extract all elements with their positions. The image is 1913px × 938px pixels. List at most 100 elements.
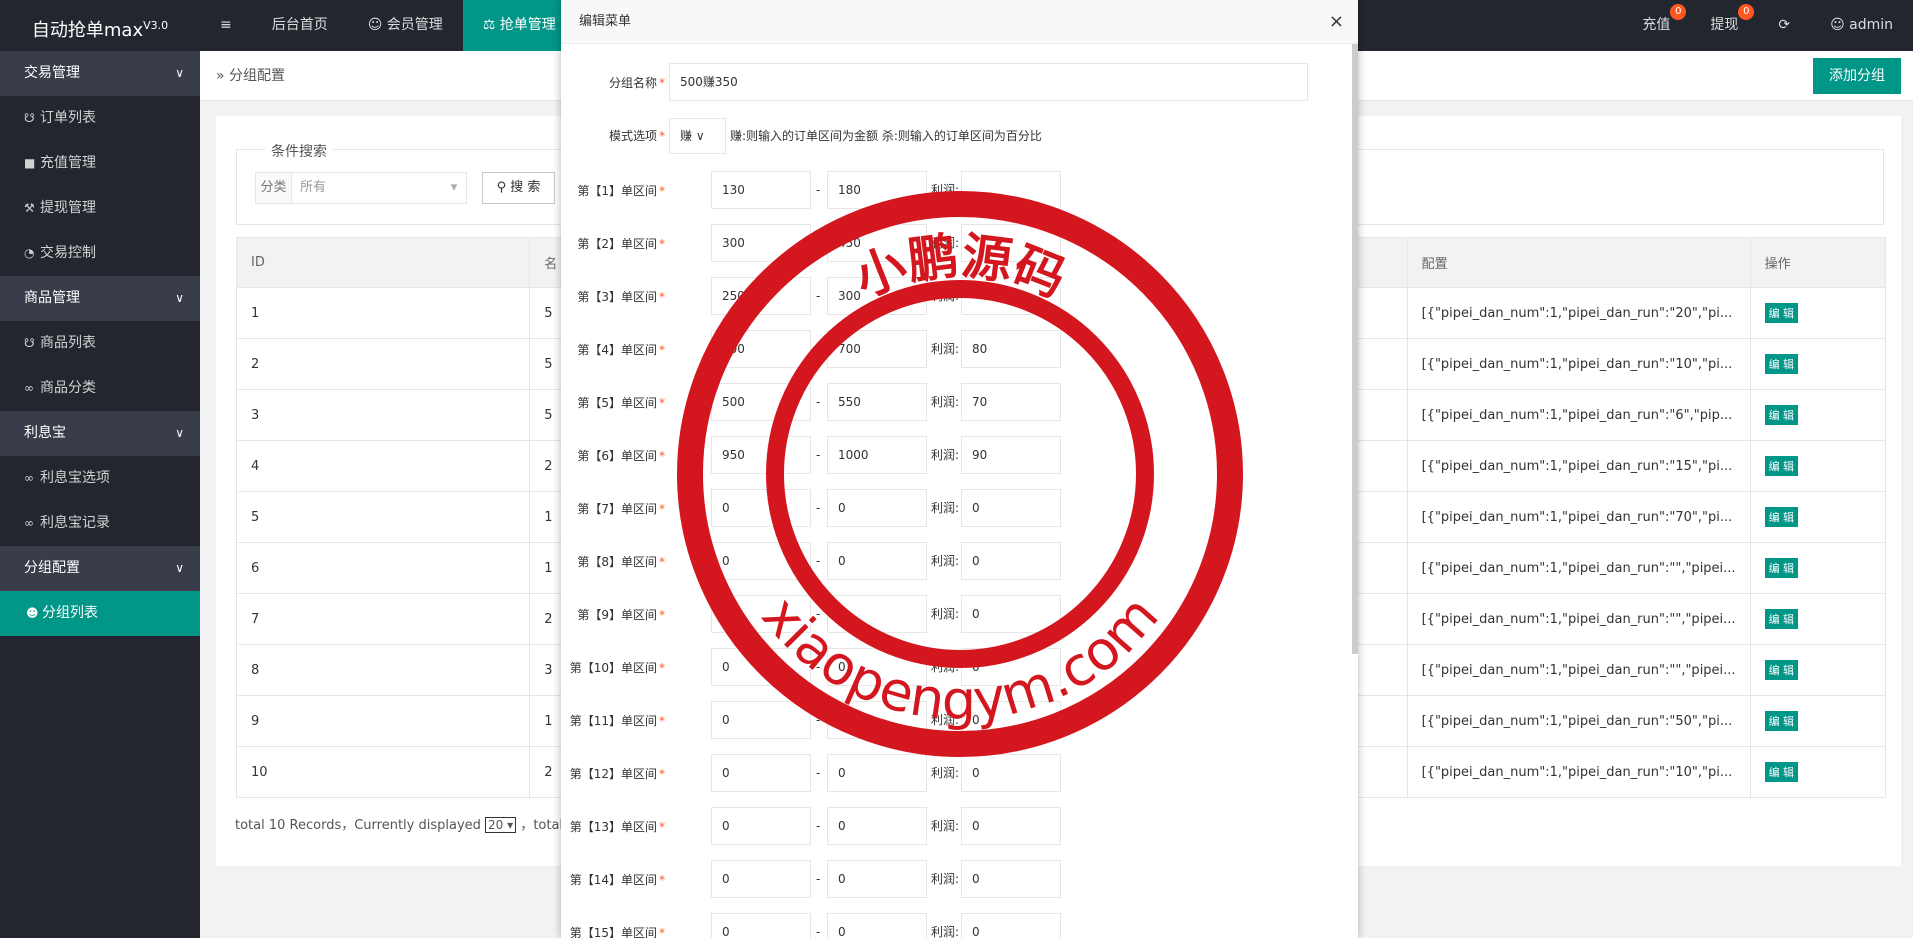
range-from-input[interactable]: 600 bbox=[711, 330, 811, 368]
edit-button[interactable]: 编 辑 bbox=[1764, 456, 1799, 476]
profit-input[interactable]: 0 bbox=[961, 542, 1061, 580]
range-from-input[interactable]: 0 bbox=[711, 595, 811, 633]
range-dash: - bbox=[816, 872, 821, 886]
profit-input[interactable]: 0 bbox=[961, 595, 1061, 633]
range-to-input[interactable]: 0 bbox=[827, 648, 927, 686]
range-to-input[interactable]: 1000 bbox=[827, 436, 927, 474]
range-to-input[interactable]: 0 bbox=[827, 913, 927, 938]
column-header[interactable]: 配置 bbox=[1406, 237, 1751, 288]
search-button[interactable]: ⚲ 搜 索 bbox=[482, 172, 555, 204]
sidebar-group-trade[interactable]: 交易管理 ∨ bbox=[0, 51, 200, 96]
profit-input[interactable]: 0 bbox=[961, 754, 1061, 792]
range-from-input[interactable]: 0 bbox=[711, 701, 811, 739]
edit-button[interactable]: 编 辑 bbox=[1764, 558, 1799, 578]
menu-toggle-icon[interactable]: ≡ bbox=[200, 0, 252, 51]
range-to-input[interactable]: 0 bbox=[827, 807, 927, 845]
profit-input[interactable] bbox=[961, 171, 1061, 209]
range-to-input[interactable]: 180 bbox=[827, 171, 927, 209]
range-to-input[interactable]: 550 bbox=[827, 383, 927, 421]
range-to-input[interactable]: 0 bbox=[827, 595, 927, 633]
sidebar-item-trade-control[interactable]: ◔ 交易控制 bbox=[0, 231, 200, 276]
range-from-input[interactable]: 250 bbox=[711, 277, 811, 315]
sidebar-group-groups[interactable]: 分组配置 ∨ bbox=[0, 546, 200, 591]
range-from-input[interactable]: 500 bbox=[711, 383, 811, 421]
profit-input[interactable]: 0 bbox=[961, 701, 1061, 739]
profit-input[interactable] bbox=[961, 224, 1061, 262]
nav-dashboard[interactable]: 后台首页 bbox=[252, 0, 348, 51]
edit-button[interactable]: 编 辑 bbox=[1764, 762, 1799, 782]
range-to-input[interactable]: 0 bbox=[827, 542, 927, 580]
sidebar-item-interest-options[interactable]: ∞ 利息宝选项 bbox=[0, 456, 200, 501]
recharge-link[interactable]: 充值 0 bbox=[1622, 0, 1690, 51]
sidebar-group-interest[interactable]: 利息宝 ∨ bbox=[0, 411, 200, 456]
hammer-icon: ⚒ bbox=[24, 201, 35, 215]
sidebar-item-withdraw[interactable]: ⚒ 提现管理 bbox=[0, 186, 200, 231]
sidebar-item-interest-records[interactable]: ∞ 利息宝记录 bbox=[0, 501, 200, 546]
modal-scrollbar[interactable] bbox=[1352, 44, 1358, 654]
edit-button[interactable]: 编 辑 bbox=[1764, 711, 1799, 731]
range-to-input[interactable]: 0 bbox=[827, 754, 927, 792]
refresh-icon[interactable]: ⟳ bbox=[1758, 0, 1810, 51]
range-from-input[interactable]: 0 bbox=[711, 648, 811, 686]
sidebar-item-goods-category[interactable]: ∞ 商品分类 bbox=[0, 366, 200, 411]
withdraw-link[interactable]: 提现 0 bbox=[1690, 0, 1758, 51]
edit-button[interactable]: 编 辑 bbox=[1764, 405, 1799, 425]
cell-action: 编 辑 bbox=[1749, 389, 1887, 441]
category-value: 所有 bbox=[300, 180, 327, 195]
edit-button[interactable]: 编 辑 bbox=[1764, 660, 1799, 680]
range-to-input[interactable]: 0 bbox=[827, 860, 927, 898]
sidebar-item-orders[interactable]: ☋ 订单列表 bbox=[0, 96, 200, 141]
range-from-input[interactable]: 0 bbox=[711, 754, 811, 792]
range-to-input[interactable]: 700 bbox=[827, 330, 927, 368]
edit-button[interactable]: 编 辑 bbox=[1764, 507, 1799, 527]
required-mark: * bbox=[659, 237, 665, 251]
range-from-input[interactable]: 300 bbox=[711, 224, 811, 262]
nav-members[interactable]: ☺ 会员管理 bbox=[348, 0, 463, 51]
range-from-input[interactable]: 0 bbox=[711, 913, 811, 938]
range-to-input[interactable]: 300 bbox=[827, 277, 927, 315]
profit-input[interactable]: 0 bbox=[961, 913, 1061, 938]
range-from-input[interactable]: 130 bbox=[711, 171, 811, 209]
sidebar-item-group-list[interactable]: ☻ 分组列表 bbox=[0, 591, 200, 636]
group-name-input[interactable]: 500赚350 bbox=[669, 63, 1308, 101]
sidebar-group-goods[interactable]: 商品管理 ∨ bbox=[0, 276, 200, 321]
profit-input[interactable] bbox=[961, 277, 1061, 315]
nav-orders-label: 抢单管理 bbox=[499, 17, 556, 33]
range-label: 第【15】单区间 * bbox=[570, 913, 665, 938]
profit-input[interactable]: 90 bbox=[961, 436, 1061, 474]
close-icon[interactable]: × bbox=[1329, 0, 1344, 44]
scale-icon: ⚖ bbox=[482, 17, 500, 33]
add-group-button[interactable]: 添加分组 bbox=[1813, 58, 1901, 94]
profit-input[interactable]: 0 bbox=[961, 807, 1061, 845]
range-from-input[interactable]: 950 bbox=[711, 436, 811, 474]
profit-label: 利润: bbox=[930, 289, 959, 303]
range-from-input[interactable]: 0 bbox=[711, 489, 811, 527]
range-from-input[interactable]: 0 bbox=[711, 807, 811, 845]
sidebar-item-goods-list[interactable]: ☋ 商品列表 bbox=[0, 321, 200, 366]
profit-input[interactable]: 0 bbox=[961, 860, 1061, 898]
edit-button[interactable]: 编 辑 bbox=[1764, 354, 1799, 374]
profit-input[interactable]: 80 bbox=[961, 330, 1061, 368]
nav-orders[interactable]: ⚖ 抢单管理 bbox=[462, 0, 576, 51]
range-to-input[interactable]: 450 bbox=[827, 224, 927, 262]
mode-select[interactable]: 赚 ∨ bbox=[669, 118, 726, 154]
sidebar-item-recharge[interactable]: ■ 充值管理 bbox=[0, 141, 200, 186]
user-menu[interactable]: ☺ admin bbox=[1810, 0, 1913, 51]
range-from-input[interactable]: 0 bbox=[711, 860, 811, 898]
column-header[interactable]: ID bbox=[235, 237, 531, 288]
range-to-input[interactable]: 0 bbox=[827, 701, 927, 739]
edit-button[interactable]: 编 辑 bbox=[1764, 609, 1799, 629]
range-label: 第【6】单区间 * bbox=[577, 436, 665, 476]
range-label-text: 第【13】单区间 bbox=[569, 820, 657, 834]
profit-input[interactable]: 0 bbox=[961, 648, 1061, 686]
sidebar-item-label: 订单列表 bbox=[40, 110, 96, 126]
profit-input[interactable]: 0 bbox=[961, 489, 1061, 527]
category-select[interactable]: 分类 所有 ▾ bbox=[255, 172, 467, 204]
edit-button[interactable]: 编 辑 bbox=[1764, 303, 1799, 323]
page-size-select[interactable]: 20 ▾ bbox=[485, 817, 517, 833]
column-header: 操作 bbox=[1749, 237, 1887, 288]
cell-action: 编 辑 bbox=[1749, 287, 1887, 339]
range-to-input[interactable]: 0 bbox=[827, 489, 927, 527]
range-from-input[interactable]: 0 bbox=[711, 542, 811, 580]
profit-input[interactable]: 70 bbox=[961, 383, 1061, 421]
